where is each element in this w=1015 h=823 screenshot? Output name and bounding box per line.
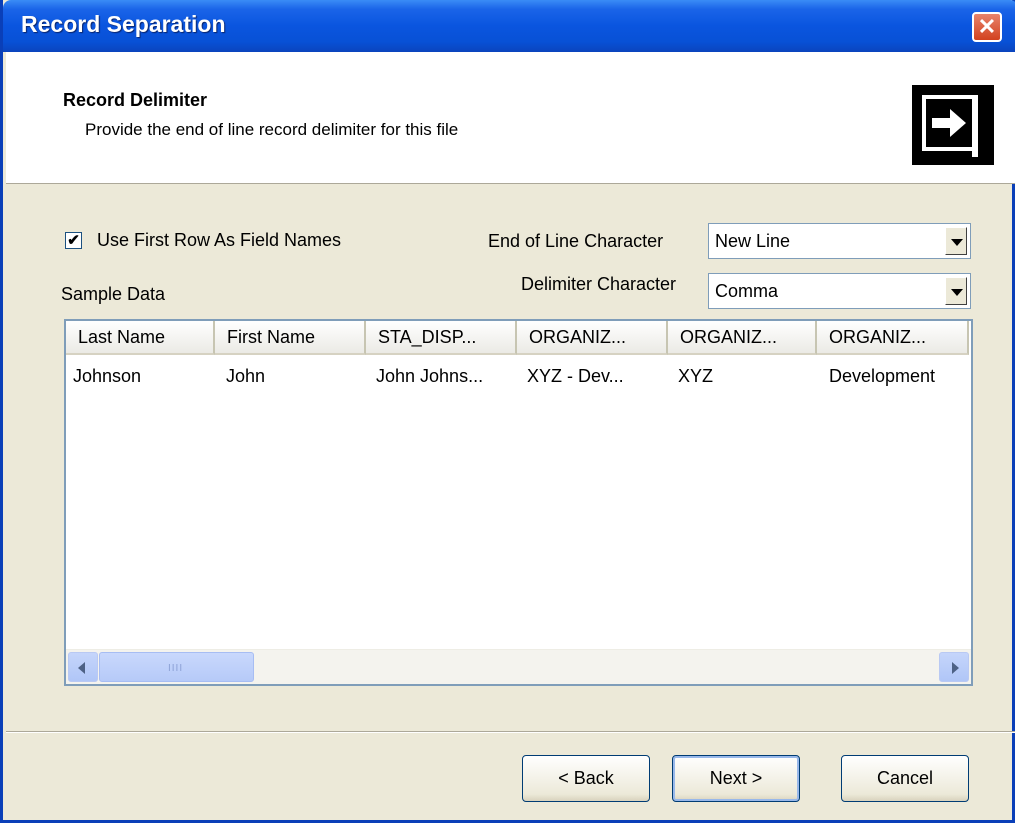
table-cell: Johnson <box>73 366 142 386</box>
end-of-line-value: New Line <box>715 231 791 251</box>
grip-icon: IIII <box>168 663 184 674</box>
column-header[interactable]: ORGANIZ... <box>817 321 969 355</box>
use-first-row-checkbox[interactable]: ✔ <box>65 232 82 249</box>
sample-data-grid[interactable]: Last Name First Name STA_DISP... ORGANIZ… <box>64 319 973 686</box>
end-of-line-label: End of Line Character <box>488 231 664 251</box>
table-cell: XYZ - Dev... <box>527 366 624 386</box>
table-cell: Development <box>829 366 936 386</box>
record-separation-dialog: Record Separation ✕ Record Delimiter Pro… <box>0 0 1015 823</box>
wizard-arrow-icon <box>912 85 994 165</box>
grid-header: Last Name First Name STA_DISP... ORGANIZ… <box>66 321 971 355</box>
column-header[interactable]: Last Name <box>66 321 215 355</box>
cancel-button[interactable]: Cancel <box>841 755 969 802</box>
wizard-header: Record Delimiter Provide the end of line… <box>6 52 1015 184</box>
page-title: Record Delimiter <box>63 90 208 110</box>
title-bar[interactable]: Record Separation ✕ <box>3 0 1015 52</box>
page-subtitle: Provide the end of line record delimiter… <box>85 120 459 139</box>
column-header[interactable]: First Name <box>215 321 366 355</box>
end-of-line-select[interactable]: New Line <box>708 223 971 259</box>
table-cell: John Johns... <box>376 366 484 386</box>
window-title: Record Separation <box>21 11 226 37</box>
table-cell: XYZ <box>678 366 714 386</box>
close-icon[interactable]: ✕ <box>972 12 1002 42</box>
next-button[interactable]: Next > <box>672 755 800 802</box>
column-header[interactable]: STA_DISP... <box>366 321 517 355</box>
delimiter-select[interactable]: Comma <box>708 273 971 309</box>
delimiter-value: Comma <box>715 281 779 301</box>
scroll-right-icon[interactable] <box>939 652 969 682</box>
chevron-down-icon[interactable] <box>945 277 967 305</box>
delimiter-label: Delimiter Character <box>521 274 677 294</box>
footer-divider <box>6 731 1015 733</box>
back-button[interactable]: < Back <box>522 755 650 802</box>
sample-data-label: Sample Data <box>61 284 166 304</box>
table-cell: John <box>226 366 266 386</box>
scroll-thumb[interactable]: IIII <box>99 652 254 682</box>
scroll-left-icon[interactable] <box>68 652 98 682</box>
column-header[interactable]: ORGANIZ... <box>517 321 668 355</box>
horizontal-scrollbar[interactable]: IIII <box>66 649 971 684</box>
column-header[interactable]: ORGANIZ... <box>668 321 817 355</box>
chevron-down-icon[interactable] <box>945 227 967 255</box>
use-first-row-label[interactable]: Use First Row As Field Names <box>97 230 341 251</box>
